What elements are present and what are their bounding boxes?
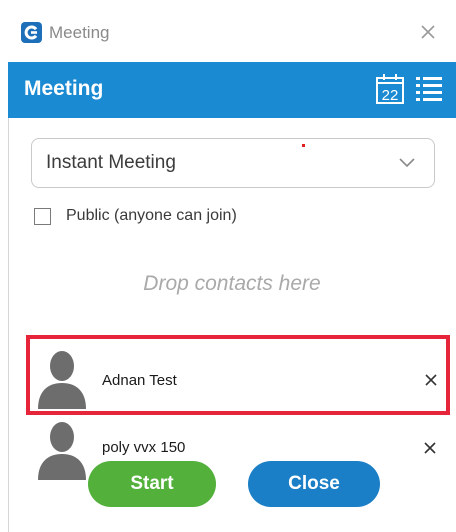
remove-contact-icon[interactable] xyxy=(423,441,437,455)
calendar-day-number: 22 xyxy=(382,87,399,104)
contact-name: poly vvx 150 xyxy=(102,439,186,456)
public-checkbox[interactable] xyxy=(34,208,51,225)
meeting-type-dropdown[interactable]: Instant Meeting xyxy=(31,138,435,188)
close-button[interactable]: Close xyxy=(248,461,380,507)
public-checkbox-label[interactable]: Public (anyone can join) xyxy=(66,207,237,225)
window-close-icon[interactable] xyxy=(418,22,438,42)
app-logo-icon xyxy=(21,22,42,43)
meeting-type-value: Instant Meeting xyxy=(46,152,176,173)
drop-contacts-area[interactable]: Drop contacts here xyxy=(0,272,456,296)
title-bar: Meeting xyxy=(8,0,456,62)
list-icon[interactable] xyxy=(415,74,443,104)
contact-row[interactable]: Adnan Test xyxy=(26,335,450,415)
calendar-icon[interactable]: 22 xyxy=(375,73,405,105)
meeting-header: Meeting 22 xyxy=(8,62,456,118)
meeting-window: Meeting Meeting 22 Instant Meeting Publi… xyxy=(0,0,456,532)
avatar-icon xyxy=(36,347,88,409)
chevron-down-icon xyxy=(398,155,416,169)
contact-name: Adnan Test xyxy=(102,372,177,389)
remove-contact-icon[interactable] xyxy=(424,373,438,387)
window-title: Meeting xyxy=(49,23,110,42)
stray-mark xyxy=(302,144,305,147)
start-button[interactable]: Start xyxy=(88,461,216,507)
header-title: Meeting xyxy=(24,77,104,100)
avatar-icon xyxy=(36,418,88,480)
